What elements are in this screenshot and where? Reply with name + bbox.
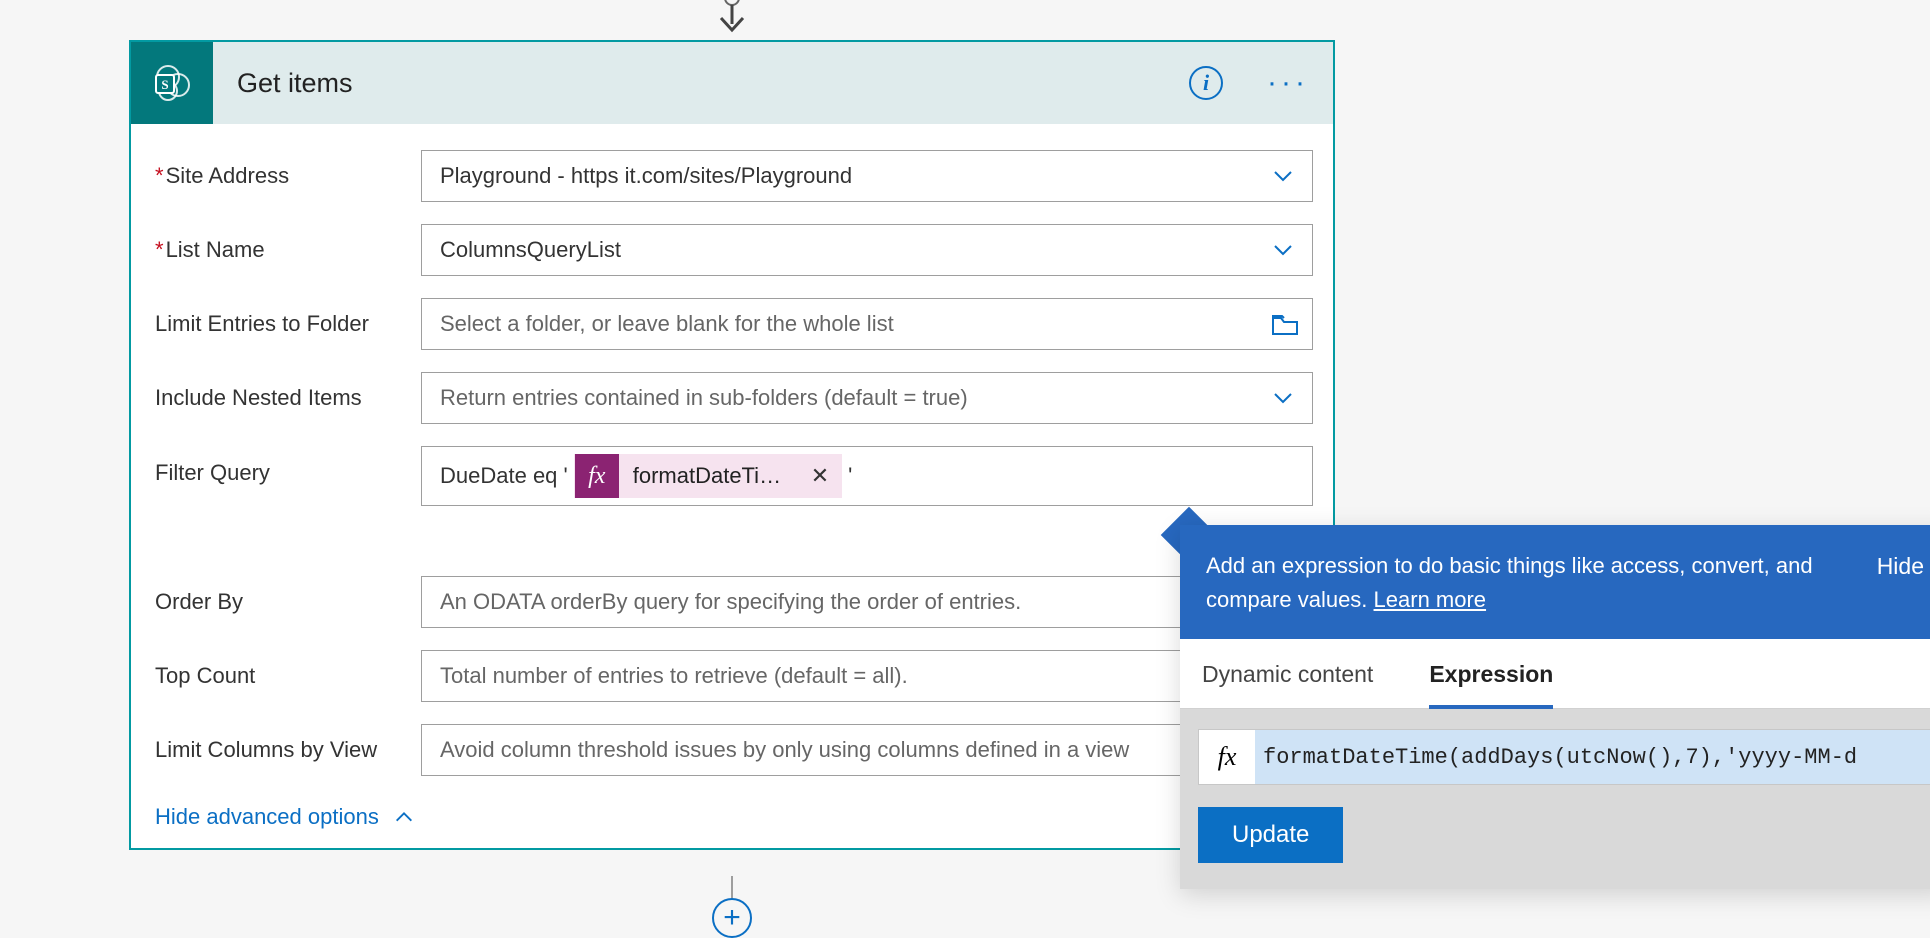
popup-tabs: Dynamic content Expression	[1180, 639, 1930, 709]
info-button[interactable]: i	[1189, 66, 1223, 100]
sharepoint-icon: S	[131, 42, 213, 124]
filter-query-text-suffix: '	[848, 463, 852, 489]
folder-icon[interactable]	[1271, 312, 1299, 336]
update-expression-button[interactable]: Update	[1198, 807, 1343, 863]
card-body: *Site Address Playground - https it.com/…	[131, 124, 1333, 848]
list-name-dropdown[interactable]: ColumnsQueryList	[421, 224, 1313, 276]
label-order-by: Order By	[151, 589, 421, 615]
fx-icon: fx	[575, 454, 619, 498]
row-limit-folder: Limit Entries to Folder	[151, 298, 1313, 350]
label-site-address: *Site Address	[151, 163, 421, 189]
expression-popup: Add an expression to do basic things lik…	[1180, 525, 1930, 889]
popup-description: Add an expression to do basic things lik…	[1206, 549, 1847, 617]
row-site-address: *Site Address Playground - https it.com/…	[151, 150, 1313, 202]
row-include-nested: Include Nested Items Return entries cont…	[151, 372, 1313, 424]
chevron-up-icon	[393, 806, 415, 828]
hide-popup-button[interactable]: Hide	[1877, 549, 1924, 585]
row-filter-query: Filter Query DueDate eq ' fx formatDateT…	[151, 446, 1313, 506]
filter-query-input[interactable]: DueDate eq ' fx formatDateTim… ✕ '	[421, 446, 1313, 506]
row-order-by: Order By	[151, 576, 1313, 628]
include-nested-dropdown[interactable]: Return entries contained in sub-folders …	[421, 372, 1313, 424]
add-step-button[interactable]: +	[712, 898, 752, 938]
expression-tab-body: fx Update	[1180, 709, 1930, 889]
card-header: S Get items i ···	[131, 42, 1333, 124]
label-include-nested: Include Nested Items	[151, 385, 421, 411]
expression-text-input[interactable]	[1255, 730, 1930, 784]
popup-header: Add an expression to do basic things lik…	[1180, 525, 1930, 639]
action-card-get-items: S Get items i ··· *Site Address Playgrou…	[129, 40, 1335, 850]
svg-text:S: S	[161, 77, 168, 92]
card-title: Get items	[237, 68, 1189, 99]
label-limit-folder: Limit Entries to Folder	[151, 311, 421, 337]
label-filter-query: Filter Query	[151, 446, 421, 486]
fx-icon: fx	[1199, 742, 1255, 772]
limit-folder-input[interactable]	[421, 298, 1313, 350]
hide-advanced-options-toggle[interactable]: Hide advanced options	[151, 804, 415, 830]
label-top-count: Top Count	[151, 663, 421, 689]
expression-input-row: fx	[1198, 729, 1930, 785]
card-menu-button[interactable]: ···	[1267, 66, 1309, 100]
tab-expression[interactable]: Expression	[1429, 639, 1553, 708]
remove-token-button[interactable]: ✕	[799, 463, 841, 489]
site-address-dropdown[interactable]: Playground - https it.com/sites/Playgrou…	[421, 150, 1313, 202]
row-limit-columns: Limit Columns by View	[151, 724, 1313, 776]
incoming-arrow-icon	[711, 0, 753, 43]
row-top-count: Top Count	[151, 650, 1313, 702]
tab-dynamic-content[interactable]: Dynamic content	[1202, 639, 1373, 708]
label-limit-columns: Limit Columns by View	[151, 737, 421, 763]
learn-more-link[interactable]: Learn more	[1374, 587, 1487, 612]
row-list-name: *List Name ColumnsQueryList	[151, 224, 1313, 276]
expression-token[interactable]: fx formatDateTim… ✕	[574, 454, 842, 498]
connector-line	[731, 876, 733, 900]
label-list-name: *List Name	[151, 237, 421, 263]
expression-token-label: formatDateTim…	[619, 463, 799, 489]
filter-query-text-prefix: DueDate eq '	[440, 463, 568, 489]
add-dynamic-content-link-row: Add dynamic	[151, 528, 1313, 554]
